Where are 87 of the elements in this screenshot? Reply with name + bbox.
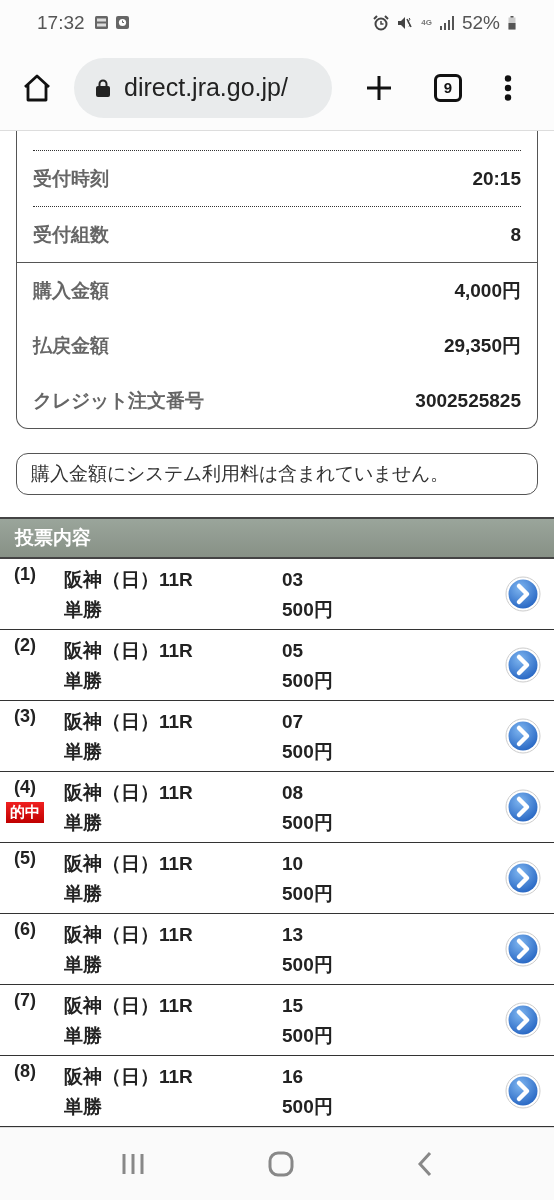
horse-number: 07 xyxy=(282,710,305,734)
horse-number: 15 xyxy=(282,994,305,1018)
race-name: 阪神（日）11R xyxy=(64,639,194,663)
field-value: 8 xyxy=(510,223,521,246)
detail-button[interactable] xyxy=(505,1073,541,1109)
app-notification-icon xyxy=(115,16,129,29)
plus-icon xyxy=(366,74,392,101)
bet-number: (6) xyxy=(13,919,36,940)
field-value: 20:15 xyxy=(472,167,521,190)
battery-percent: 52% xyxy=(461,11,500,34)
race-name: 阪神（日）11R xyxy=(64,710,194,734)
bet-number: (8) xyxy=(13,1061,36,1082)
race-name: 阪神（日）11R xyxy=(64,923,194,947)
chevron-right-icon xyxy=(505,576,541,612)
bet-number: (3) xyxy=(13,706,36,727)
chevron-right-icon xyxy=(505,647,541,683)
bet-amount: 500円 xyxy=(282,953,334,977)
home-icon xyxy=(22,73,52,102)
clock-time: 17:32 xyxy=(37,11,85,34)
field-label: 払戻金額 xyxy=(33,333,109,358)
detail-button[interactable] xyxy=(505,576,541,612)
bet-type: 単勝 xyxy=(64,598,103,622)
url-text: direct.jra.go.jp/ xyxy=(124,73,288,102)
detail-button[interactable] xyxy=(505,1002,541,1038)
detail-button[interactable] xyxy=(505,860,541,896)
tab-count-button[interactable]: 9 xyxy=(434,73,462,102)
chevron-right-icon xyxy=(505,718,541,754)
bet-type: 単勝 xyxy=(64,882,103,906)
field-value: 4,000円 xyxy=(454,278,521,303)
menu-icon xyxy=(504,74,512,101)
hit-badge: 的中 xyxy=(6,802,44,823)
recent-apps-icon xyxy=(121,1152,146,1176)
horse-number: 16 xyxy=(282,1065,305,1089)
section-header: 投票内容 xyxy=(0,517,554,559)
chevron-right-icon xyxy=(505,1073,541,1109)
bet-type: 単勝 xyxy=(64,1095,103,1119)
bet-amount: 500円 xyxy=(282,598,334,622)
bet-amount: 500円 xyxy=(282,811,334,835)
chevron-right-icon xyxy=(505,860,541,896)
battery-icon xyxy=(508,15,516,30)
race-name: 阪神（日）11R xyxy=(64,994,194,1018)
field-label: 受付時刻 xyxy=(33,166,109,191)
detail-button[interactable] xyxy=(505,789,541,825)
horse-number: 10 xyxy=(282,852,305,876)
bet-type: 単勝 xyxy=(64,811,103,835)
bet-type: 単勝 xyxy=(64,740,103,764)
network-type: 4G xyxy=(421,18,432,27)
signal-icon xyxy=(439,15,454,30)
detail-button[interactable] xyxy=(505,647,541,683)
field-label: 購入金額 xyxy=(33,278,109,303)
bet-number: (2) xyxy=(13,635,36,656)
chevron-right-icon xyxy=(505,1002,541,1038)
race-name: 阪神（日）11R xyxy=(64,781,194,805)
bet-type: 単勝 xyxy=(64,953,103,977)
app-notification-icon xyxy=(94,16,108,29)
home-nav-icon xyxy=(268,1151,294,1177)
horse-number: 13 xyxy=(282,923,305,947)
notice-text: 購入金額にシステム利用料は含まれていません。 xyxy=(31,462,449,486)
address-bar[interactable]: direct.jra.go.jp/ xyxy=(74,57,332,118)
horse-number: 08 xyxy=(282,781,305,805)
bet-amount: 500円 xyxy=(282,1095,334,1119)
horse-number: 05 xyxy=(282,639,305,663)
bet-type: 単勝 xyxy=(64,1024,103,1048)
horse-number: 03 xyxy=(282,568,305,592)
detail-button[interactable] xyxy=(505,718,541,754)
field-label: クレジット注文番号 xyxy=(33,388,204,413)
bet-number: (5) xyxy=(13,848,36,869)
field-value: 3002525825 xyxy=(415,389,521,412)
race-name: 阪神（日）11R xyxy=(64,852,194,876)
detail-button[interactable] xyxy=(505,931,541,967)
bet-amount: 500円 xyxy=(282,882,334,906)
bet-number: (7) xyxy=(13,990,36,1011)
field-label: 受付組数 xyxy=(33,222,109,247)
bet-amount: 500円 xyxy=(282,740,334,764)
bet-number: (4) xyxy=(13,777,36,798)
bet-amount: 500円 xyxy=(282,669,334,693)
chevron-right-icon xyxy=(505,789,541,825)
bet-number: (1) xyxy=(13,564,36,585)
bet-amount: 500円 xyxy=(282,1024,334,1048)
race-name: 阪神（日）11R xyxy=(64,1065,194,1089)
lock-icon xyxy=(96,78,110,97)
race-name: 阪神（日）11R xyxy=(64,568,194,592)
field-value: 29,350円 xyxy=(443,333,521,358)
alarm-icon xyxy=(373,14,390,31)
chevron-right-icon xyxy=(505,931,541,967)
bet-type: 単勝 xyxy=(64,669,103,693)
back-icon xyxy=(416,1151,433,1177)
